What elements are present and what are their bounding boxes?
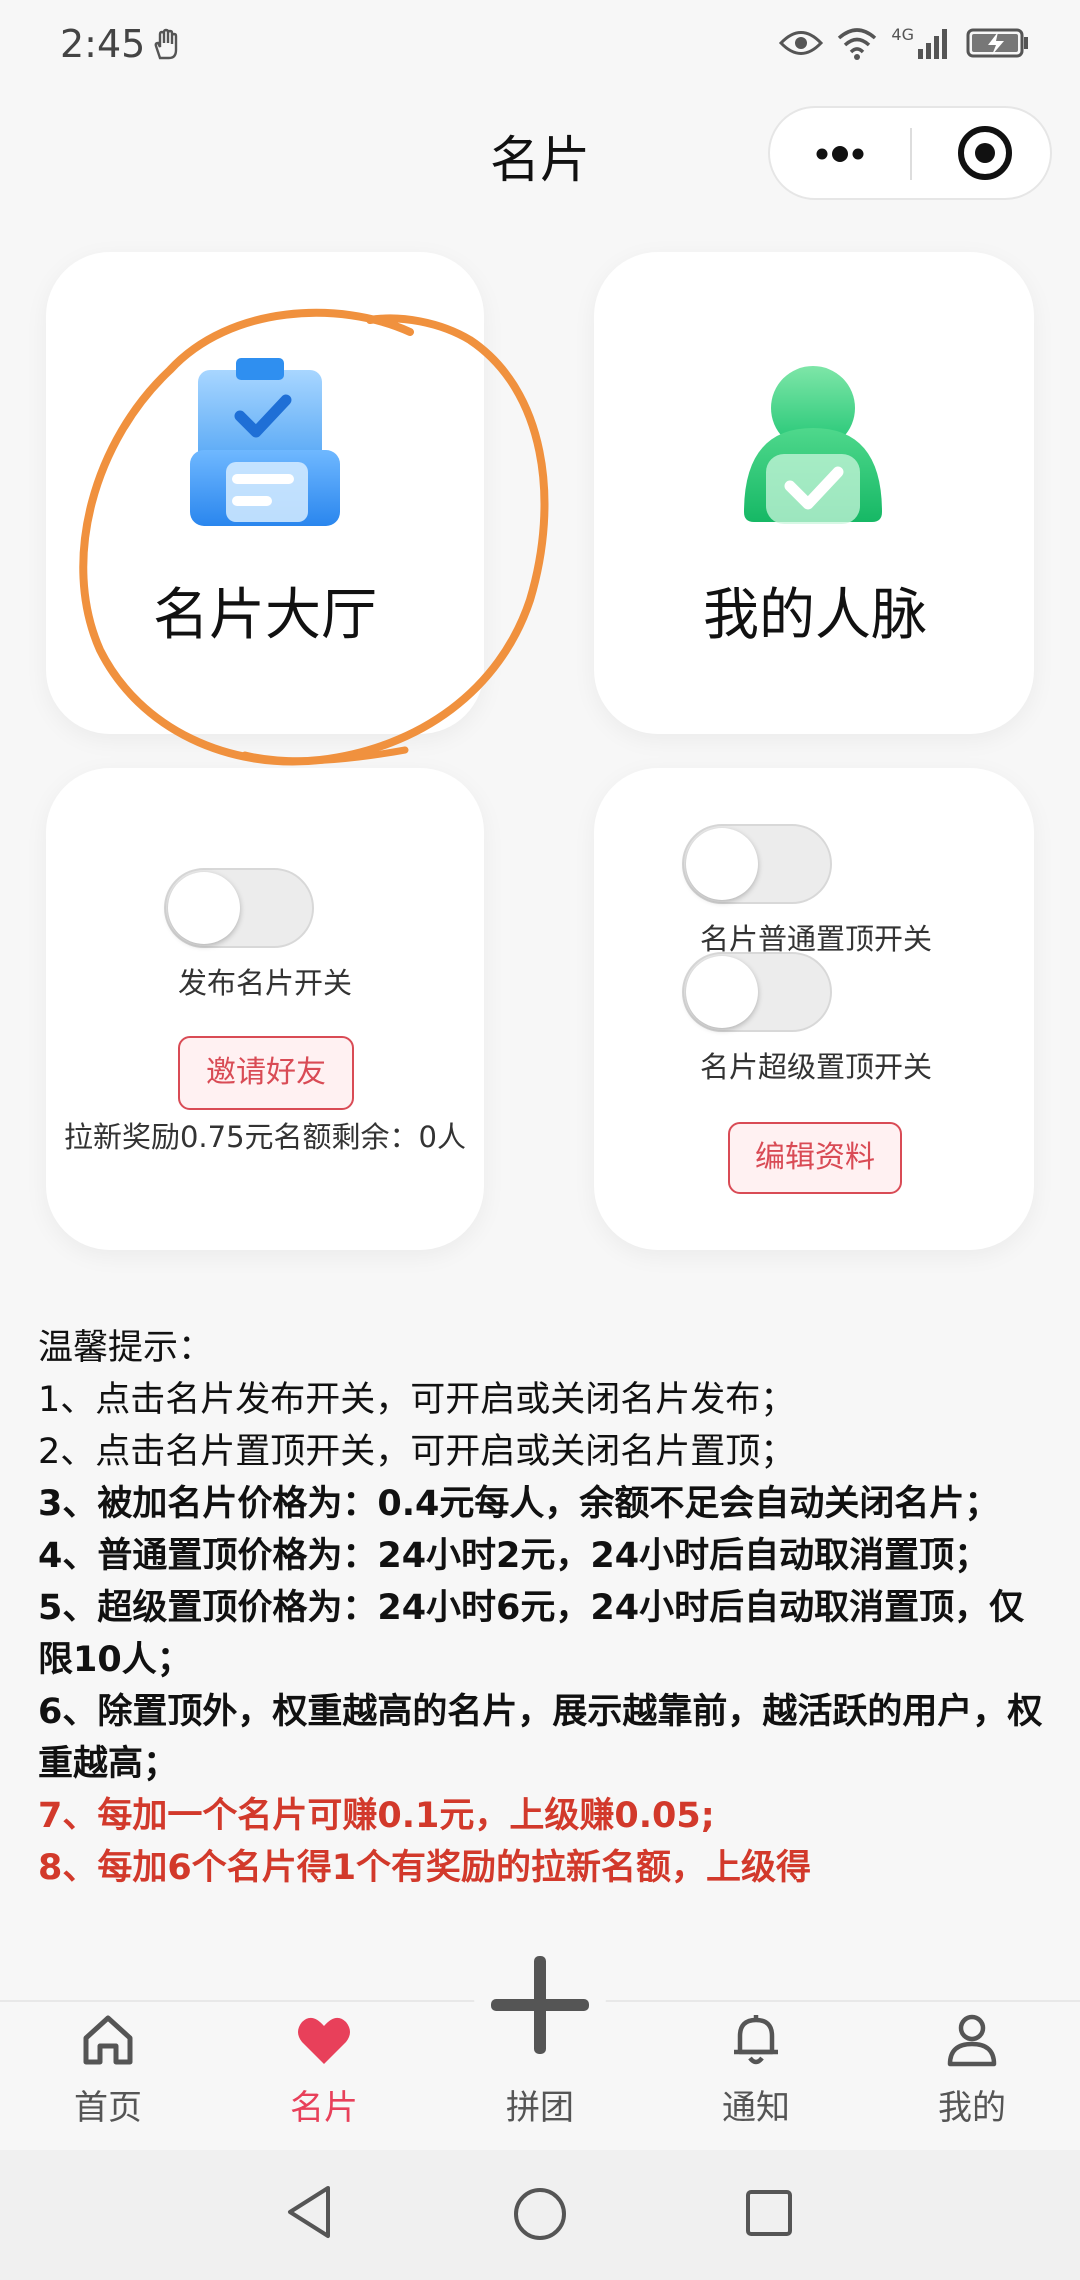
toggle-knob	[686, 828, 758, 900]
status-time: 2:45	[60, 22, 146, 66]
wifi-icon	[838, 28, 877, 60]
network-type: 4G	[891, 24, 914, 44]
bell-icon	[734, 2015, 778, 2065]
tab-label: 拼团	[506, 2088, 574, 2128]
tip-line: 3、被加名片价格为：0.4元每人，余额不足会自动关闭名片；	[38, 1484, 1000, 1524]
back-icon[interactable]	[284, 2184, 334, 2240]
close-target-icon[interactable]	[956, 124, 1014, 182]
home-circle-icon[interactable]	[512, 2186, 568, 2242]
battery-charging-icon	[966, 28, 1028, 58]
capsule-divider	[910, 128, 912, 180]
tips-section: 温馨提示： 1、点击名片发布开关，可开启或关闭名片发布； 2、点击名片置顶开关，…	[38, 1322, 1048, 1894]
invite-friends-button[interactable]: 邀请好友	[178, 1036, 354, 1110]
tab-label: 首页	[74, 2088, 142, 2128]
more-icon[interactable]	[800, 132, 880, 176]
home-icon	[83, 2015, 133, 2065]
eye-icon	[779, 31, 824, 55]
signal-icon	[918, 29, 947, 59]
invite-reward-text: 拉新奖励0.75元名额剩余：0人	[63, 1120, 467, 1154]
heart-icon	[298, 2017, 350, 2064]
tab-group[interactable]: 拼团	[432, 1950, 648, 2129]
normal-pin-toggle[interactable]	[682, 824, 832, 904]
tab-card[interactable]: 名片	[216, 2010, 432, 2129]
recents-icon[interactable]	[744, 2188, 794, 2238]
tips-heading: 温馨提示：	[38, 1328, 214, 1368]
publish-toggle[interactable]	[164, 868, 314, 948]
tab-label: 名片	[290, 2088, 358, 2128]
super-pin-toggle[interactable]	[682, 952, 832, 1032]
tab-label: 我的	[938, 2088, 1006, 2128]
tip-line: 4、普通置顶价格为：24小时2元，24小时后自动取消置顶；	[38, 1536, 990, 1576]
tip-line: 7、每加一个名片可赚0.1元，上级赚0.05;	[38, 1796, 715, 1836]
tip-line: 5、超级置顶价格为：24小时6元，24小时后自动取消置顶，仅限10人；	[38, 1588, 1025, 1680]
user-icon	[947, 2014, 997, 2067]
status-icons: 4G	[779, 24, 1030, 60]
hand-icon	[154, 28, 178, 60]
tab-mine[interactable]: 我的	[864, 2010, 1080, 2129]
user-check-icon	[744, 366, 882, 524]
tab-label: 通知	[722, 2088, 790, 2128]
network-label: 我的人脉	[703, 583, 927, 648]
toggle-knob	[168, 872, 240, 944]
hall-label: 名片大厅	[153, 583, 377, 648]
card-publish	[46, 768, 484, 1250]
toggle-knob	[686, 956, 758, 1028]
tab-home[interactable]: 首页	[0, 2010, 216, 2129]
tip-line: 8、每加6个名片得1个有奖励的拉新名额，上级得	[38, 1848, 812, 1888]
tip-line: 2、点击名片置顶开关，可开启或关闭名片置顶；	[38, 1432, 796, 1472]
edit-profile-button[interactable]: 编辑资料	[728, 1122, 902, 1194]
super-pin-label: 名片超级置顶开关	[699, 1050, 932, 1084]
tip-line: 6、除置顶外，权重越高的名片，展示越靠前，越活跃的用户，权重越高；	[38, 1692, 1043, 1784]
plus-icon	[491, 1956, 589, 2054]
clipboard-check-icon	[190, 358, 340, 526]
publish-toggle-label: 发布名片开关	[177, 966, 352, 1000]
normal-pin-label: 名片普通置顶开关	[699, 922, 932, 956]
tip-line: 1、点击名片发布开关，可开启或关闭名片发布；	[38, 1380, 796, 1420]
tab-notify[interactable]: 通知	[648, 2010, 864, 2129]
